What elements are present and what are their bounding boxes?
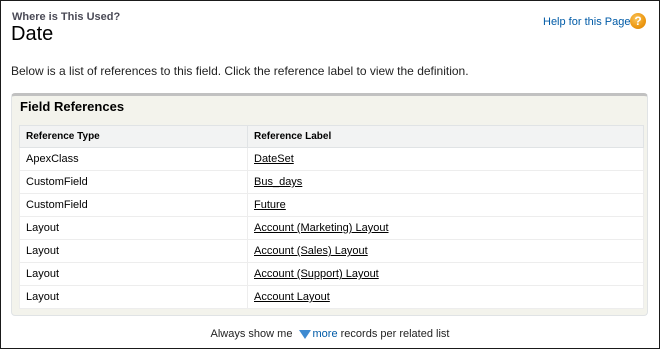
reference-label-cell: Bus_days — [247, 170, 644, 194]
reference-type-cell: Layout — [19, 239, 248, 263]
column-header-reference-type: Reference Type — [19, 125, 248, 148]
table-row: Layout Account (Marketing) Layout — [19, 216, 644, 240]
references-table: Reference Type Reference Label ApexClass… — [19, 125, 644, 309]
show-more-link[interactable]: more — [313, 328, 338, 340]
reference-label-cell: DateSet — [247, 147, 644, 171]
reference-label-link[interactable]: DateSet — [254, 153, 294, 165]
reference-label-link[interactable]: Account (Sales) Layout — [254, 245, 368, 257]
intro-text: Below is a list of references to this fi… — [11, 64, 469, 78]
triangle-down-icon[interactable] — [298, 329, 311, 339]
reference-label-cell: Future — [247, 193, 644, 217]
page-title: Date — [11, 23, 54, 45]
page-frame: Where is This Used? Date Help for this P… — [0, 0, 660, 349]
panel-title: Field References — [20, 99, 125, 114]
page-subtitle: Where is This Used? — [12, 11, 121, 23]
footer-prefix-text: Always show me — [210, 328, 293, 340]
table-row: Layout Account (Support) Layout — [19, 262, 644, 286]
footer-suffix-text: records per related list — [340, 328, 450, 340]
reference-label-cell: Account (Support) Layout — [247, 262, 644, 286]
reference-label-link[interactable]: Bus_days — [254, 176, 302, 188]
table-header-row: Reference Type Reference Label — [19, 125, 644, 148]
reference-label-cell: Account (Marketing) Layout — [247, 216, 644, 240]
field-references-panel: Field References Reference Type Referenc… — [11, 93, 648, 316]
table-row: Layout Account (Sales) Layout — [19, 239, 644, 263]
reference-type-cell: CustomField — [19, 170, 248, 194]
reference-label-link[interactable]: Account Layout — [254, 291, 330, 303]
reference-label-link[interactable]: Account (Support) Layout — [254, 268, 379, 280]
table-row: ApexClass DateSet — [19, 147, 644, 171]
reference-label-link[interactable]: Account (Marketing) Layout — [254, 222, 389, 234]
help-link[interactable]: Help for this Page — [543, 16, 630, 28]
help-icon[interactable]: ? — [630, 13, 646, 29]
column-header-reference-label: Reference Label — [247, 125, 644, 148]
show-more-footer: Always show me more records per related … — [1, 328, 659, 340]
table-row: Layout Account Layout — [19, 285, 644, 309]
reference-type-cell: Layout — [19, 285, 248, 309]
table-row: CustomField Bus_days — [19, 170, 644, 194]
reference-type-cell: Layout — [19, 216, 248, 240]
reference-type-cell: ApexClass — [19, 147, 248, 171]
reference-label-link[interactable]: Future — [254, 199, 286, 211]
reference-label-cell: Account Layout — [247, 285, 644, 309]
reference-type-cell: CustomField — [19, 193, 248, 217]
reference-label-cell: Account (Sales) Layout — [247, 239, 644, 263]
table-row: CustomField Future — [19, 193, 644, 217]
reference-type-cell: Layout — [19, 262, 248, 286]
